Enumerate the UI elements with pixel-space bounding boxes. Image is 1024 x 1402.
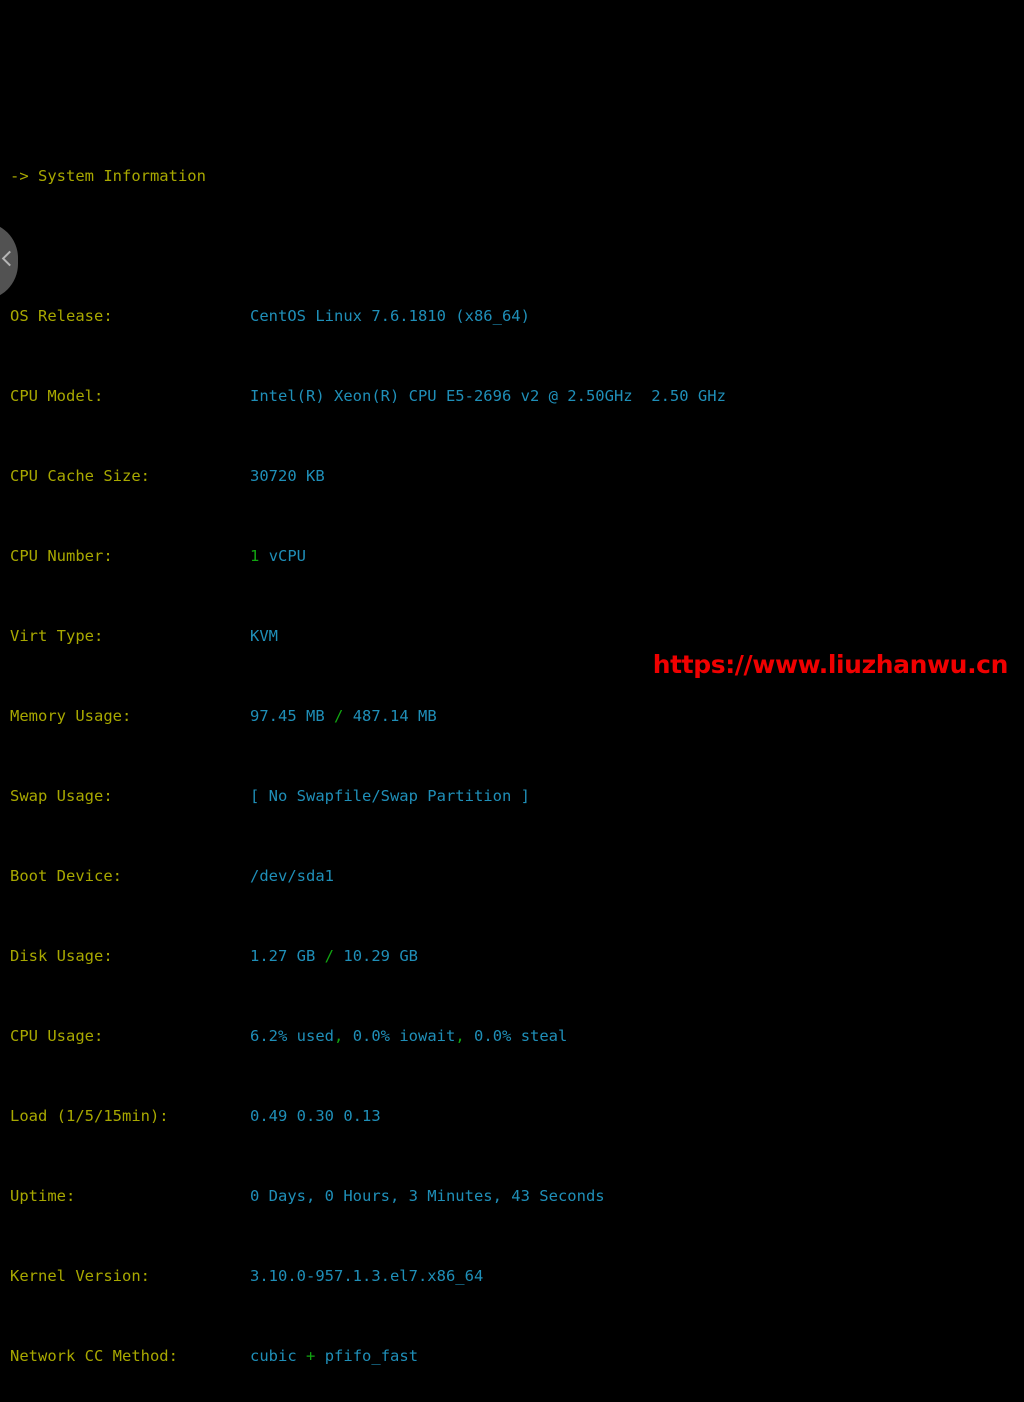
value-cpu-used: 6.2% used — [250, 1027, 334, 1045]
value-cpu-model: Intel(R) Xeon(R) CPU E5-2696 v2 @ 2.50GH… — [250, 387, 726, 405]
label-cpu-cache-size: CPU Cache Size: — [10, 467, 150, 485]
separator-cc: + — [306, 1347, 316, 1365]
site-watermark: https://www.liuzhanwu.cn — [652, 650, 1009, 679]
label-memory-usage: Memory Usage: — [10, 707, 132, 725]
separator-disk: / — [324, 947, 335, 965]
value-cpu-iowait: 0.0% iowait — [352, 1027, 456, 1045]
row-load-average: Load (1/5/15min): 0.49 0.30 0.13 — [0, 1106, 1024, 1126]
value-memory-used: 97.45 MB — [250, 707, 325, 725]
value-cc-algorithm: cubic — [250, 1347, 297, 1365]
value-virt-type: KVM — [250, 627, 278, 645]
row-cpu-usage: CPU Usage: 6.2% used, 0.0% iowait, 0.0% s… — [0, 1026, 1024, 1046]
terminal-output[interactable]: -> System Information OS Release: CentOS … — [0, 0, 1024, 1365]
label-uptime: Uptime: — [10, 1187, 76, 1205]
row-cpu-cache-size: CPU Cache Size: 30720 KB — [0, 466, 1024, 486]
label-disk-usage: Disk Usage: — [10, 947, 113, 965]
value-cc-qdisc: pfifo_fast — [324, 1347, 419, 1365]
value-swap-usage: [ No Swapfile/Swap Partition ] — [250, 787, 530, 805]
section-header-system: -> System Information — [10, 167, 206, 185]
label-cpu-model: CPU Model: — [10, 387, 104, 405]
value-boot-device: /dev/sda1 — [250, 867, 334, 885]
label-kernel-version: Kernel Version: — [10, 1267, 150, 1285]
row-cpu-model: CPU Model: Intel(R) Xeon(R) CPU E5-2696 v… — [0, 386, 1024, 406]
row-memory-usage: Memory Usage: 97.45 MB / 487.14 MB — [0, 706, 1024, 726]
label-swap-usage: Swap Usage: — [10, 787, 113, 805]
label-cpu-usage: CPU Usage: — [10, 1027, 104, 1045]
value-cpu-cache-size: 30720 KB — [250, 467, 325, 485]
value-uptime: 0 Days, 0 Hours, 3 Minutes, 43 Seconds — [250, 1187, 605, 1205]
value-cpu-number-unit: vCPU — [268, 547, 307, 565]
label-os-release: OS Release: — [10, 307, 113, 325]
row-os-release: OS Release: CentOS Linux 7.6.1810 (x86_64… — [0, 306, 1024, 326]
separator-cpu-1: , — [334, 1027, 344, 1045]
row-kernel-version: Kernel Version: 3.10.0-957.1.3.el7.x86_64 — [0, 1266, 1024, 1286]
label-cpu-number: CPU Number: — [10, 547, 113, 565]
label-virt-type: Virt Type: — [10, 627, 104, 645]
value-cpu-steal: 0.0% steal — [474, 1027, 568, 1045]
separator-memory: / — [334, 707, 344, 725]
value-kernel-version: 3.10.0-957.1.3.el7.x86_64 — [250, 1267, 484, 1285]
value-load-average: 0.49 0.30 0.13 — [250, 1107, 381, 1125]
value-os-release: CentOS Linux 7.6.1810 (x86_64) — [250, 307, 530, 325]
value-memory-total: 487.14 MB — [352, 707, 437, 725]
row-disk-usage: Disk Usage: 1.27 GB / 10.29 GB — [0, 946, 1024, 966]
row-uptime: Uptime: 0 Days, 0 Hours, 3 Minutes, 43 Se… — [0, 1186, 1024, 1206]
separator-cpu-2: , — [455, 1027, 465, 1045]
label-network-cc-method: Network CC Method: — [10, 1347, 178, 1365]
row-boot-device: Boot Device: /dev/sda1 — [0, 866, 1024, 886]
row-network-cc-method: Network CC Method: cubic + pfifo_fast — [0, 1346, 1024, 1366]
value-disk-total: 10.29 GB — [343, 947, 419, 965]
row-virt-type: Virt Type: KVM — [0, 626, 1024, 646]
label-load-average: Load (1/5/15min): — [10, 1107, 169, 1125]
value-disk-used: 1.27 GB — [250, 947, 316, 965]
row-swap-usage: Swap Usage: [ No Swapfile/Swap Partition … — [0, 786, 1024, 806]
label-boot-device: Boot Device: — [10, 867, 122, 885]
value-cpu-number-count: 1 — [250, 547, 260, 565]
row-cpu-number: CPU Number: 1 vCPU — [0, 546, 1024, 566]
